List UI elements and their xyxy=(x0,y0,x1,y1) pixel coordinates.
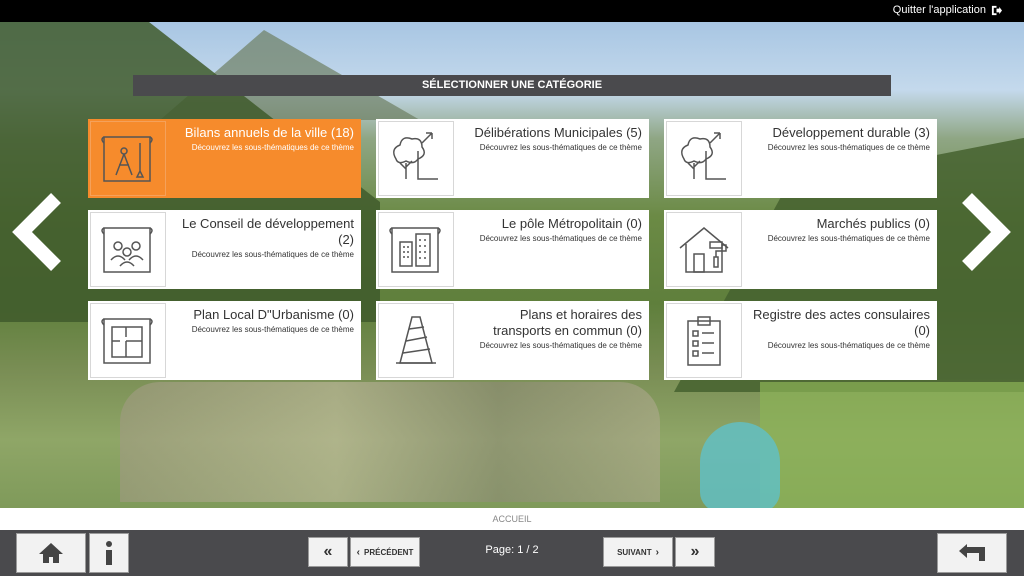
previous-label: PRÉCÉDENT xyxy=(364,547,414,557)
info-button[interactable] xyxy=(89,533,129,573)
category-subtitle: Découvrez les sous-thématiques de ce thè… xyxy=(767,143,930,152)
category-title: Délibérations Municipales (5) xyxy=(474,125,642,140)
quit-label: Quitter l'application xyxy=(892,4,986,16)
next-arrow-icon[interactable] xyxy=(955,192,1015,272)
buildings-plan-icon xyxy=(389,226,441,273)
category-title: Plan Local D"Urbanisme (0) xyxy=(193,307,354,322)
breadcrumb: ACCUEIL xyxy=(0,508,1024,530)
category-title: Bilans annuels de la ville (18) xyxy=(184,125,354,140)
category-subtitle: Découvrez les sous-thématiques de ce thè… xyxy=(479,341,642,350)
category-subtitle: Découvrez les sous-thématiques de ce thè… xyxy=(767,234,930,243)
exit-icon xyxy=(991,5,1002,15)
category-subtitle: Découvrez les sous-thématiques de ce thè… xyxy=(191,143,354,152)
category-card-plan-local-urbanisme[interactable]: Plan Local D"Urbanisme (0) Découvrez les… xyxy=(88,301,361,380)
category-title: Registre des actes consulaires (0) xyxy=(752,307,930,338)
page-title: SÉLECTIONNER UNE CATÉGORIE xyxy=(133,75,891,96)
category-subtitle: Découvrez les sous-thématiques de ce thè… xyxy=(479,234,642,243)
info-icon xyxy=(106,541,112,565)
category-card-pole-metropolitain[interactable]: Le pôle Métropolitain (0) Découvrez les … xyxy=(376,210,649,289)
return-arrow-icon xyxy=(959,544,985,561)
floor-plan-icon xyxy=(101,317,153,364)
double-chevron-left-icon: « xyxy=(323,543,333,560)
people-plan-icon xyxy=(101,226,153,273)
top-bar: Quitter l'application xyxy=(0,0,1024,22)
previous-arrow-icon[interactable] xyxy=(8,192,68,272)
blueprint-tools-icon xyxy=(101,135,153,182)
category-subtitle: Découvrez les sous-thématiques de ce thè… xyxy=(191,250,354,259)
category-subtitle: Découvrez les sous-thématiques de ce thè… xyxy=(479,143,642,152)
last-page-button[interactable]: » xyxy=(675,537,715,567)
page-indicator: Page: 1 / 2 xyxy=(485,544,539,556)
previous-page-button[interactable]: ‹ PRÉCÉDENT xyxy=(350,537,420,567)
category-card-marches-publics[interactable]: Marchés publics (0) Découvrez les sous-t… xyxy=(664,210,937,289)
clipboard-list-icon xyxy=(687,315,721,366)
next-page-button[interactable]: SUIVANT › xyxy=(603,537,673,567)
category-title: Le pôle Métropolitain (0) xyxy=(501,216,642,231)
quit-application-button[interactable]: Quitter l'application xyxy=(893,4,1002,16)
back-button[interactable] xyxy=(937,533,1007,573)
first-page-button[interactable]: « xyxy=(308,537,348,567)
category-title: Développement durable (3) xyxy=(772,125,930,140)
traffic-cone-icon xyxy=(396,315,436,364)
next-label: SUIVANT xyxy=(617,547,652,557)
tree-plan-icon xyxy=(393,131,438,180)
home-icon xyxy=(39,543,63,563)
category-card-bilans[interactable]: Bilans annuels de la ville (18) Découvre… xyxy=(88,119,361,198)
category-title: Le Conseil de développement (2) xyxy=(181,216,354,247)
chevron-right-icon: › xyxy=(655,546,659,558)
home-button[interactable] xyxy=(16,533,86,573)
category-subtitle: Découvrez les sous-thématiques de ce thè… xyxy=(767,341,930,350)
category-subtitle: Découvrez les sous-thématiques de ce thè… xyxy=(191,325,354,334)
category-card-registre[interactable]: Registre des actes consulaires (0) Décou… xyxy=(664,301,937,380)
category-card-developpement-durable[interactable]: Développement durable (3) Découvrez les … xyxy=(664,119,937,198)
double-chevron-right-icon: » xyxy=(690,543,700,560)
category-card-deliberations[interactable]: Délibérations Municipales (5) Découvrez … xyxy=(376,119,649,198)
category-title: Plans et horaires des transports en comm… xyxy=(493,307,642,338)
category-title: Marchés publics (0) xyxy=(816,216,930,231)
chevron-left-icon: ‹ xyxy=(356,546,360,558)
tree-plan-icon xyxy=(681,131,726,180)
category-card-conseil[interactable]: Le Conseil de développement (2) Découvre… xyxy=(88,210,361,289)
category-card-transports[interactable]: Plans et horaires des transports en comm… xyxy=(376,301,649,380)
house-paint-icon xyxy=(679,226,729,273)
